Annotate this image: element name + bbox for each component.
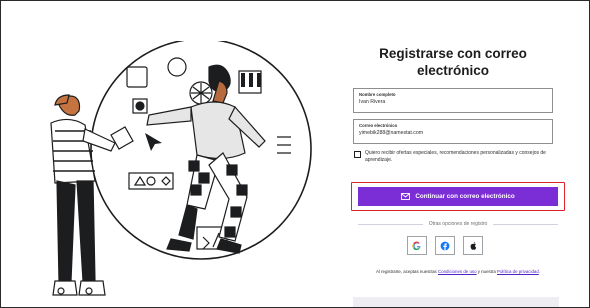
other-options-divider: Otras opciones de registro [358,221,559,227]
email-value[interactable]: yimebik288@namestat.com [359,129,547,138]
continue-with-email-button[interactable]: Continuar con correo electrónico [358,187,558,206]
offers-opt-in[interactable]: Quiero recibir ofertas especiales, recom… [354,150,553,163]
facebook-signup-button[interactable] [435,236,455,255]
email-field[interactable]: Correo electrónico yimebik288@namestat.c… [353,119,553,144]
title-line-2: electrónico [416,63,490,78]
signup-form: Registrarse con correo electrónico Nombr… [353,45,553,163]
legal-prefix: Al registrarte, aceptas nuestras [375,269,438,274]
full-name-value[interactable]: Ivan Rivera [359,98,547,107]
mail-icon [401,193,411,200]
legal-notice: Al registrarte, aceptas nuestras Condici… [369,269,547,275]
privacy-link[interactable]: Política de privacidad [497,269,539,274]
legal-suffix: . [538,269,541,274]
google-signup-button[interactable] [407,236,427,255]
offers-checkbox[interactable] [354,151,361,158]
legal-middle: y nuestra [476,269,498,274]
google-icon [412,241,421,250]
page-title: Registrarse con correo electrónico [353,45,553,79]
apple-signup-button[interactable] [463,236,483,255]
title-line-1: Registrarse con correo [379,46,527,61]
divider-line-right [493,223,559,225]
terms-link[interactable]: Condiciones de uso [438,269,477,274]
facebook-icon [440,241,450,250]
divider-line-left [358,223,423,225]
cut-off-button[interactable] [353,297,559,307]
signup-page: Registrarse con correo electrónico Nombr… [0,0,590,308]
apple-icon [470,241,476,250]
full-name-field[interactable]: Nombre completo Ivan Rivera [353,88,553,113]
social-signup-row [407,236,483,255]
continue-button-label: Continuar con correo electrónico [415,193,515,200]
other-options-label: Otras opciones de registro [428,221,488,227]
offers-checkbox-label: Quiero recibir ofertas especiales, recom… [365,150,546,163]
signup-illustration [50,41,312,296]
